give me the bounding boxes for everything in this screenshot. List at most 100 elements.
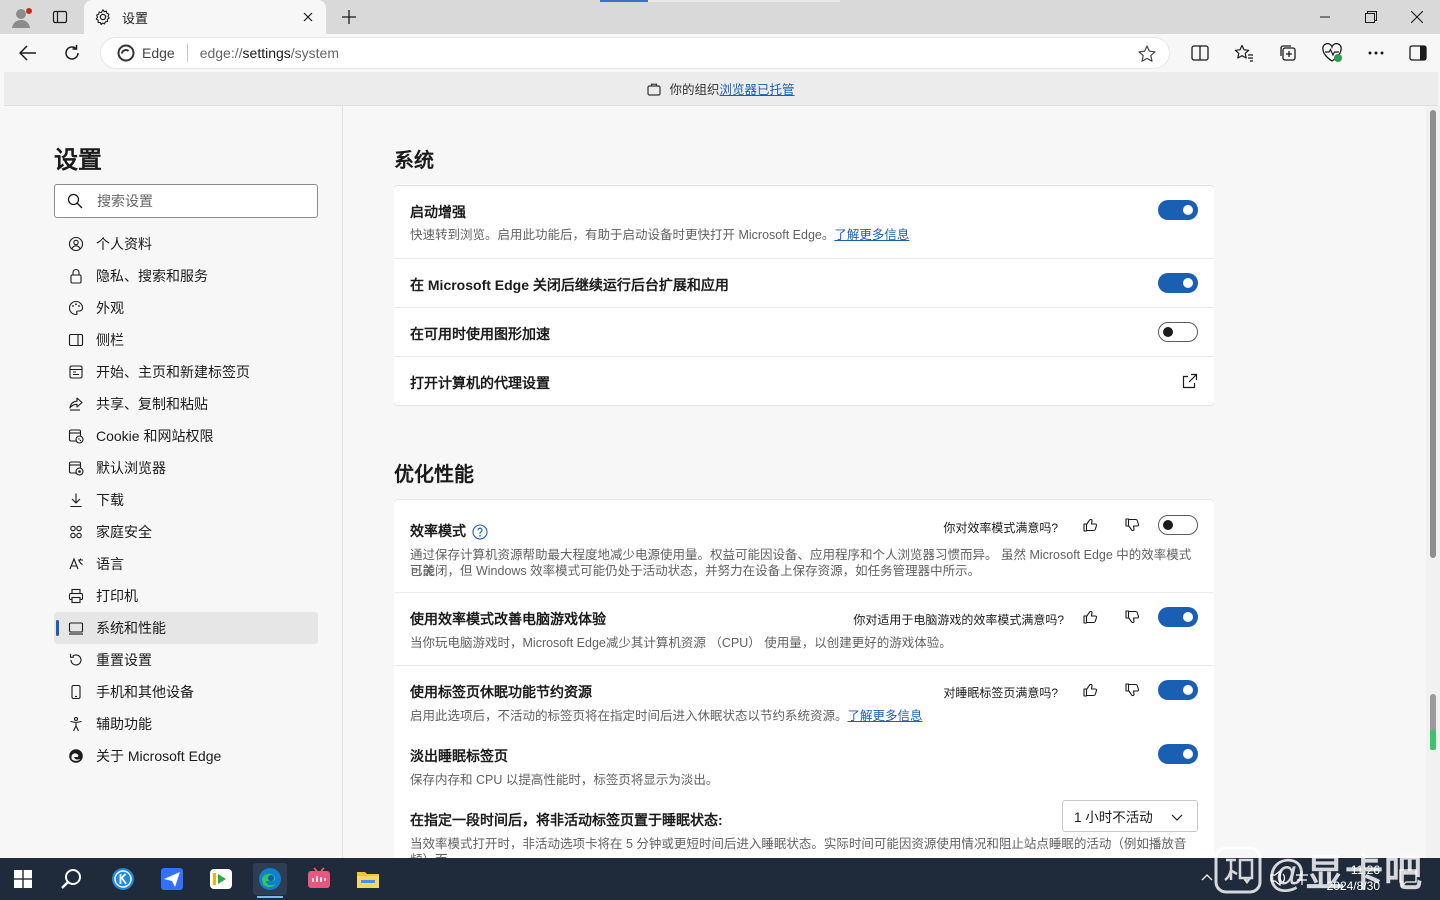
sidebar-item-profile[interactable]: 个人资料 [54, 228, 318, 260]
managed-browser-banner: 你的组织 浏览器已托管 [4, 72, 1438, 106]
minimize-icon [1320, 16, 1330, 18]
settings-search-input[interactable] [97, 193, 297, 209]
thumbs-down-icon[interactable] [1124, 517, 1140, 533]
sidebar-item-printer[interactable]: 打印机 [54, 580, 318, 612]
sleep-timeout-select[interactable]: 1 小时不活动 [1062, 800, 1198, 832]
download-icon [70, 493, 82, 508]
sidebar-item-label: 重置设置 [96, 652, 152, 668]
split-screen-button[interactable] [1185, 39, 1215, 67]
sleeping-tabs-toggle[interactable] [1158, 680, 1198, 700]
taskbar-search-button[interactable] [55, 863, 89, 895]
site-info-chip[interactable]: Edge [117, 44, 175, 62]
window-close-button[interactable] [1394, 0, 1440, 34]
sidebar-item-language[interactable]: 语言 [54, 548, 318, 580]
sidebar-item-lock[interactable]: 隐私、搜索和服务 [54, 260, 318, 292]
more-menu-button[interactable] [1361, 39, 1391, 67]
briefcase-icon [647, 83, 662, 96]
minimize-button[interactable] [1302, 0, 1348, 34]
search-icon [61, 869, 81, 889]
sidebar-item-label: 手机和其他设备 [96, 684, 194, 700]
proxy-settings-row[interactable]: 打开计算机的代理设置 [394, 357, 1214, 405]
sidebar-item-edge[interactable]: 关于 Microsoft Edge [54, 740, 318, 772]
sidebar-item-home[interactable]: 开始、主页和新建标签页 [54, 356, 318, 388]
profile-icon [68, 236, 84, 252]
family-icon [70, 525, 82, 539]
favorite-star-icon[interactable] [1137, 44, 1157, 64]
sidebar-item-share[interactable]: 共享、复制和粘贴 [54, 388, 318, 420]
efficiency-mode-toggle[interactable] [1158, 515, 1198, 535]
close-icon [1411, 11, 1423, 23]
startup-boost-learn-more-link[interactable]: 了解更多信息 [834, 228, 909, 242]
sidebar-item-label: 隐私、搜索和服务 [96, 268, 208, 284]
banner-text: 你的组织 [669, 83, 720, 97]
startup-boost-toggle[interactable] [1158, 200, 1198, 220]
help-icon[interactable] [472, 524, 488, 540]
fade-sleeping-tabs-toggle[interactable] [1158, 744, 1198, 764]
scrollbar-thumb[interactable] [1430, 110, 1436, 558]
sidebar-item-accessibility[interactable]: 辅助功能 [54, 708, 318, 740]
restore-icon [1365, 11, 1377, 23]
taskbar-app-player[interactable] [204, 863, 238, 895]
collections-button[interactable] [1273, 39, 1303, 67]
restore-button[interactable] [1348, 0, 1394, 34]
taskbar-app-k[interactable] [106, 863, 140, 895]
taskbar-app-explorer[interactable] [351, 863, 385, 895]
thumbs-up-icon[interactable] [1082, 609, 1098, 625]
external-link-icon[interactable] [1182, 373, 1198, 389]
sidebar-item-label: 开始、主页和新建标签页 [96, 364, 250, 380]
taskbar-app-edge[interactable] [253, 863, 287, 898]
sidebar-item-browser[interactable]: 默认浏览器 [54, 452, 318, 484]
settings-search[interactable] [54, 184, 318, 218]
page-scrollbar[interactable] [1426, 106, 1440, 858]
sleeping-tabs-group: 使用标签页休眠功能节约资源 对睡眠标签页满意吗? 启用此选项后，不活动的标签页将… [394, 666, 1214, 858]
efficiency-mode-row: 效率模式 你对效率模式满意吗? 通过保存计算机资源帮助最大程度地减少电源使用量。… [394, 500, 1214, 593]
printer-icon [68, 588, 84, 604]
thumbs-up-icon[interactable] [1082, 682, 1098, 698]
refresh-button[interactable] [57, 39, 87, 67]
sleep-timeout-title: 在指定一段时间后，将非活动标签页置于睡眠状态: [410, 812, 723, 828]
new-tab-button[interactable] [338, 6, 360, 28]
thumbs-up-icon[interactable] [1082, 517, 1098, 533]
gaming-efficiency-toggle[interactable] [1158, 607, 1198, 627]
hardware-acceleration-toggle[interactable] [1158, 322, 1198, 342]
edge-icon [259, 868, 281, 890]
url-path: /system [290, 45, 340, 61]
tab-actions-button[interactable] [46, 5, 74, 29]
taskbar-app-feishu[interactable] [155, 863, 189, 895]
settings-page: 设置 个人资料隐私、搜索和服务外观侧栏开始、主页和新建标签页共享、复制和粘贴 Co… [4, 106, 1426, 858]
start-button[interactable] [6, 863, 40, 895]
split-screen-icon [1191, 45, 1209, 61]
url-text[interactable]: edge://settings/system [200, 45, 339, 61]
browser-essentials-button[interactable] [1317, 39, 1347, 67]
taskbar-app-bilibili[interactable] [302, 863, 336, 895]
home-icon [69, 365, 83, 379]
fade-sleeping-tabs-desc: 保存内存和 CPU 以提高性能时，标签页将显示为淡出。 [410, 773, 719, 787]
sidebar-item-download[interactable]: 下载 [54, 484, 318, 516]
sidebar-item-sidebar[interactable]: 侧栏 [54, 324, 318, 356]
back-button[interactable] [13, 39, 43, 67]
sidebar-item-cookie[interactable]: Cookie 和网站权限 [54, 420, 318, 452]
thumbs-down-icon[interactable] [1124, 609, 1140, 625]
zhihu-logo-icon [1214, 846, 1262, 894]
banner-managed-link[interactable]: 浏览器已托管 [720, 79, 795, 98]
tab-close-button[interactable] [300, 9, 316, 25]
sidebar-item-appearance[interactable]: 外观 [54, 292, 318, 324]
cookie-icon [68, 429, 84, 444]
active-tab[interactable]: 设置 [84, 0, 326, 34]
thumbs-down-icon[interactable] [1124, 682, 1140, 698]
sidebar-item-family[interactable]: 家庭安全 [54, 516, 318, 548]
favorites-button[interactable] [1229, 39, 1259, 67]
sidebar-item-system[interactable]: 系统和性能 [54, 612, 318, 644]
sidebar-item-reset[interactable]: 重置设置 [54, 644, 318, 676]
play-app-icon [210, 869, 232, 889]
gaming-efficiency-title: 使用效率模式改善电脑游戏体验 [410, 611, 606, 627]
sleeping-tabs-learn-more-link[interactable]: 了解更多信息 [848, 709, 923, 723]
tab-title: 设置 [122, 10, 149, 26]
scrollbar-marker [1430, 694, 1436, 734]
profile-button[interactable] [8, 5, 36, 29]
background-extensions-toggle[interactable] [1158, 273, 1198, 293]
sidebar-item-phone[interactable]: 手机和其他设备 [54, 676, 318, 708]
address-bar[interactable]: Edge edge://settings/system [100, 37, 1170, 69]
sidebar-toggle-button[interactable] [1403, 39, 1433, 67]
startup-boost-title: 启动增强 [410, 204, 466, 220]
